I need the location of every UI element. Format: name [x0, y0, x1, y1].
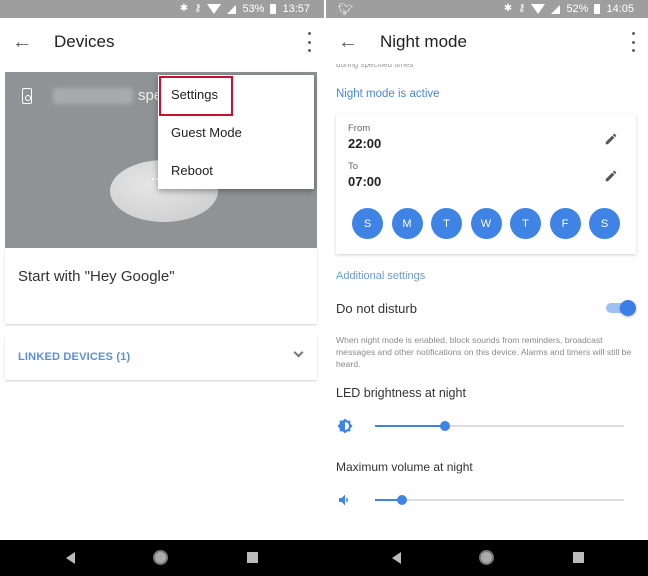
- clock: 14:05: [606, 3, 634, 15]
- day-monday[interactable]: M: [391, 208, 423, 239]
- day-friday[interactable]: F: [549, 208, 581, 239]
- bluetooth-icon: ✱: [179, 3, 189, 14]
- day-tuesday[interactable]: T: [431, 208, 462, 239]
- edit-pencil-icon[interactable]: [604, 169, 618, 183]
- day-selector: S M T W T F S: [352, 208, 620, 239]
- nav-recents-icon[interactable]: [573, 552, 584, 563]
- wifi-icon: [531, 4, 546, 14]
- nav-back-icon[interactable]: [392, 552, 401, 564]
- menu-item-settings[interactable]: Settings: [158, 75, 314, 116]
- slider-thumb[interactable]: [397, 495, 408, 505]
- menu-item-reboot[interactable]: Reboot: [158, 151, 314, 189]
- battery-percent: 52%: [566, 3, 589, 15]
- from-label: From: [348, 123, 371, 134]
- overflow-menu: Settings Guest Mode Reboot: [158, 75, 314, 189]
- led-brightness-row: [336, 416, 626, 436]
- nav-recents-icon[interactable]: [247, 552, 258, 563]
- from-time[interactable]: 22:00: [348, 136, 381, 151]
- nav-home-icon[interactable]: [479, 550, 494, 565]
- do-not-disturb-description: When night mode is enabled, block sounds…: [336, 335, 632, 369]
- hey-google-text: Start with "Hey Google": [18, 268, 175, 285]
- day-sunday[interactable]: S: [352, 208, 383, 239]
- max-volume-row: [336, 490, 626, 510]
- navigation-bar: [0, 540, 648, 576]
- do-not-disturb-toggle[interactable]: [606, 300, 636, 316]
- nav-home-icon[interactable]: [153, 550, 168, 565]
- page-title: Devices: [54, 32, 115, 51]
- edit-pencil-icon[interactable]: [604, 132, 618, 146]
- back-arrow-icon[interactable]: ←: [0, 31, 40, 54]
- to-label: To: [348, 161, 359, 172]
- status-bar: 🐦︎ ✱ ⚷ 52% 14:05: [326, 0, 648, 18]
- brightness-icon: [337, 418, 353, 434]
- signal-icon: [551, 4, 561, 14]
- volume-icon: [339, 494, 348, 506]
- app-bar: ← Night mode: [326, 18, 648, 66]
- battery-percent: 53%: [242, 3, 265, 15]
- nav-back-icon[interactable]: [66, 552, 75, 564]
- vpn-key-icon: ⚷: [518, 3, 526, 14]
- vpn-key-icon: ⚷: [194, 3, 202, 14]
- day-thursday[interactable]: T: [510, 208, 541, 239]
- wifi-icon: [207, 4, 222, 14]
- day-wednesday[interactable]: W: [470, 208, 502, 239]
- speaker-icon: [22, 88, 32, 104]
- devices-screen: ✱ ⚷ 53% 13:57 ← Devices spe Settings Gue…: [0, 0, 324, 540]
- linked-devices-expander[interactable]: LINKED DEVICES (1): [5, 336, 317, 380]
- hey-google-card[interactable]: Start with "Hey Google": [5, 248, 317, 324]
- back-arrow-icon[interactable]: ←: [326, 31, 366, 54]
- battery-icon: [594, 4, 601, 14]
- menu-item-guest-mode[interactable]: Guest Mode: [158, 113, 314, 151]
- linked-devices-label: LINKED DEVICES (1): [18, 351, 131, 363]
- night-mode-screen: 🐦︎ ✱ ⚷ 52% 14:05 ← Night mode during spe…: [326, 0, 648, 540]
- device-name-redacted: [53, 88, 133, 104]
- twitter-icon: 🐦︎: [338, 2, 354, 16]
- status-bar: ✱ ⚷ 53% 13:57: [0, 0, 324, 18]
- led-brightness-slider[interactable]: [375, 421, 624, 431]
- do-not-disturb-label: Do not disturb: [336, 301, 417, 316]
- day-saturday[interactable]: S: [589, 208, 620, 239]
- to-time[interactable]: 07:00: [348, 174, 381, 189]
- night-mode-status: Night mode is active: [336, 88, 440, 100]
- chevron-down-icon: [293, 347, 304, 358]
- max-volume-slider[interactable]: [375, 495, 624, 505]
- signal-icon: [227, 4, 237, 14]
- schedule-card: From 22:00 To 07:00 S M T W T F S: [336, 114, 636, 254]
- cutoff-description: during specified times: [336, 64, 414, 69]
- max-volume-label: Maximum volume at night: [336, 460, 473, 474]
- led-brightness-label: LED brightness at night: [336, 386, 466, 400]
- slider-thumb[interactable]: [439, 421, 450, 431]
- more-vert-icon[interactable]: [630, 32, 636, 52]
- page-title: Night mode: [380, 32, 467, 51]
- more-vert-icon[interactable]: [306, 32, 312, 52]
- app-bar: ← Devices: [0, 18, 324, 66]
- clock: 13:57: [282, 3, 310, 15]
- additional-settings-header: Additional settings: [336, 270, 426, 282]
- bluetooth-icon: ✱: [503, 3, 513, 14]
- battery-icon: [270, 4, 277, 14]
